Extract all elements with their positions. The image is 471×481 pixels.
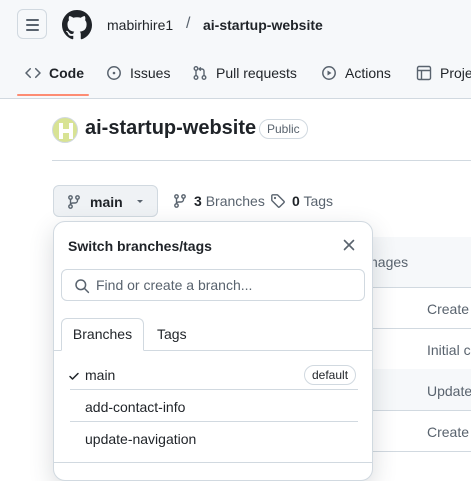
branch-select-label: main bbox=[90, 194, 123, 210]
search-icon bbox=[75, 279, 90, 294]
row-divider bbox=[362, 410, 471, 411]
branch-item-add-contact-info[interactable]: add-contact-info bbox=[85, 399, 185, 415]
row-divider bbox=[362, 287, 471, 288]
issue-icon bbox=[107, 66, 121, 80]
branch-icon bbox=[174, 194, 186, 208]
commit-message[interactable]: Create bbox=[427, 301, 469, 317]
branch-search-field[interactable] bbox=[61, 269, 365, 301]
repo-owner-avatar[interactable] bbox=[52, 117, 78, 143]
hamburger-icon-bar bbox=[26, 24, 39, 26]
tab-actions[interactable]: Actions bbox=[321, 65, 391, 81]
commit-message[interactable]: Update bbox=[427, 383, 471, 399]
pull-request-icon bbox=[193, 66, 207, 80]
tags-count: 0 bbox=[292, 193, 300, 209]
tab-label: Pull requests bbox=[216, 65, 297, 81]
code-icon bbox=[25, 67, 41, 79]
branch-item-main[interactable]: main bbox=[85, 367, 115, 383]
tab-branches[interactable]: Branches bbox=[61, 318, 144, 351]
visibility-badge: Public bbox=[259, 119, 308, 139]
default-branch-badge: default bbox=[304, 365, 357, 385]
github-logo-icon[interactable] bbox=[62, 10, 92, 40]
tags-label: Tags bbox=[303, 193, 334, 209]
list-divider bbox=[70, 389, 358, 390]
dropdown-footer-divider bbox=[54, 462, 372, 463]
hamburger-icon-bar bbox=[26, 19, 39, 21]
tab-code[interactable]: Code bbox=[25, 65, 84, 81]
row-divider bbox=[362, 328, 471, 329]
branch-select-button[interactable]: main bbox=[53, 185, 158, 217]
actions-icon bbox=[322, 66, 336, 80]
tab-label: Issues bbox=[130, 65, 171, 81]
caret-down-icon bbox=[137, 200, 143, 203]
divider bbox=[52, 160, 471, 161]
active-tab-underline bbox=[17, 94, 89, 96]
tab-pull-requests[interactable]: Pull requests bbox=[192, 65, 297, 81]
breadcrumb-separator: / bbox=[186, 15, 191, 32]
identicon-icon bbox=[59, 123, 73, 139]
tab-tags[interactable]: Tags bbox=[157, 326, 187, 342]
breadcrumb-repo-link[interactable]: ai-startup-website bbox=[203, 17, 323, 33]
project-icon bbox=[416, 65, 432, 81]
check-icon bbox=[69, 372, 79, 380]
branches-count-link[interactable]: 3 Branches bbox=[172, 193, 265, 209]
menu-button[interactable] bbox=[17, 9, 47, 39]
tab-label: Actions bbox=[345, 65, 391, 81]
tab-projects[interactable]: Proje bbox=[416, 65, 471, 81]
tab-label: Code bbox=[49, 65, 84, 81]
list-divider bbox=[70, 421, 358, 422]
branch-search-input[interactable] bbox=[96, 275, 356, 295]
tab-label: Proje bbox=[440, 65, 471, 81]
branches-label: Branches bbox=[205, 193, 265, 209]
tab-issues[interactable]: Issues bbox=[106, 65, 170, 81]
branch-item-update-navigation[interactable]: update-navigation bbox=[85, 431, 196, 447]
branch-icon bbox=[68, 195, 80, 209]
tag-icon bbox=[271, 194, 285, 208]
file-table-header-text: nages bbox=[370, 254, 409, 270]
dropdown-title: Switch branches/tags bbox=[68, 238, 212, 254]
breadcrumb-owner-link[interactable]: mabirhire1 bbox=[107, 17, 173, 33]
close-icon[interactable] bbox=[342, 238, 356, 252]
commit-message[interactable]: Initial c bbox=[427, 342, 471, 358]
hamburger-icon-bar bbox=[26, 29, 39, 31]
tags-count-link[interactable]: 0 Tags bbox=[270, 193, 333, 209]
repo-title[interactable]: ai-startup-website bbox=[85, 117, 256, 140]
branches-count: 3 bbox=[194, 193, 202, 209]
row-divider bbox=[362, 451, 471, 452]
commit-message[interactable]: Create bbox=[427, 424, 469, 440]
